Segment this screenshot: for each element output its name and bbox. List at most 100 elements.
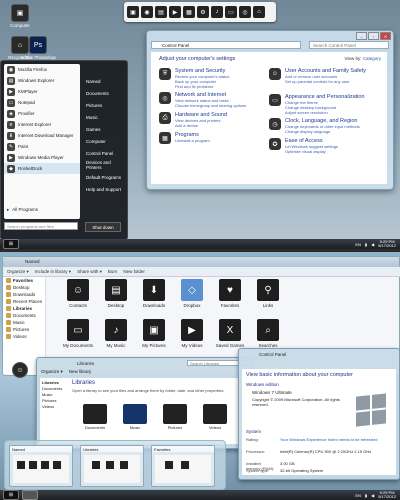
close-button[interactable]: ✕ [380, 32, 391, 40]
preview-libraries[interactable]: Libraries [80, 445, 144, 487]
start-place-music[interactable]: Music [83, 111, 125, 123]
nav-desktop[interactable]: Desktop [3, 284, 45, 291]
start-place-named[interactable]: Named [83, 75, 125, 87]
library-videos[interactable]: Videos [200, 404, 230, 430]
start-place-help[interactable]: Help and Support [83, 183, 125, 195]
file-item-my-pictures[interactable]: ▣ My Pictures [133, 319, 175, 348]
start-search-input[interactable]: Search programs and files [4, 222, 78, 230]
network-icon[interactable]: ▮ [365, 493, 367, 498]
category-programs[interactable]: ▦ Programs Uninstall a program [159, 132, 269, 144]
file-item-desktop[interactable]: ▤ Desktop [95, 279, 137, 308]
start-item-idm[interactable]: ⬇ Internet Download Manager [4, 130, 80, 141]
preview-named[interactable]: Named [9, 445, 73, 487]
nav-downloads[interactable]: Downloads [3, 291, 45, 298]
dock-music-icon[interactable]: ♪ [211, 6, 223, 18]
file-item-favorites[interactable]: ♥ Favorites [209, 279, 251, 308]
library-documents[interactable]: Documents [80, 404, 110, 430]
language-indicator[interactable]: EN [355, 493, 361, 498]
start-item-proxifier[interactable]: ◈ Proxifier [4, 108, 80, 119]
preview-favorites[interactable]: Favorites [151, 445, 215, 487]
dock-settings-icon[interactable]: ⚙ [197, 6, 209, 18]
volume-icon[interactable]: ◀ [371, 493, 374, 498]
start-button[interactable]: ⊞ [3, 490, 19, 500]
file-item-links[interactable]: ⚲ Links [247, 279, 289, 308]
category-clock-language[interactable]: ◷ Clock, Language, and Region Change key… [269, 118, 379, 134]
clock[interactable]: 9:29 PM 5/17/2012 [378, 239, 396, 249]
start-button[interactable]: ⊞ [3, 239, 19, 249]
start-place-documents[interactable]: Documents [83, 87, 125, 99]
clock[interactable]: 9:29 PM 5/17/2012 [378, 490, 396, 500]
burn-button[interactable]: Burn [108, 269, 118, 274]
nav-libraries[interactable]: Libraries [3, 305, 45, 312]
category-link[interactable]: Optimize visual display [285, 149, 338, 154]
share-with-button[interactable]: Share with ▾ [77, 269, 102, 275]
start-item-kmplayer[interactable]: ▶ KMPlayer [4, 86, 80, 97]
category-link[interactable]: Uninstall a program [175, 138, 210, 143]
category-user-accounts[interactable]: ☺ User Accounts and Family Safety Add or… [269, 68, 379, 84]
category-appearance[interactable]: ▭ Appearance and Personalization Change … [269, 94, 379, 115]
start-place-control-panel[interactable]: Control Panel [83, 147, 125, 159]
taskbar-explorer-button[interactable] [22, 490, 38, 500]
organize-button[interactable]: Organize ▾ [7, 269, 29, 275]
start-place-default-programs[interactable]: Default Programs [83, 171, 125, 183]
library-pictures[interactable]: Pictures [160, 404, 190, 430]
start-place-pictures[interactable]: Pictures [83, 99, 125, 111]
search-input[interactable]: Search Control Panel [309, 41, 389, 49]
nav-videos[interactable]: Videos [42, 404, 68, 410]
rating-link[interactable]: Your Windows Experience Index needs to b… [280, 437, 380, 442]
organize-button[interactable]: Organize ▾ [41, 369, 63, 375]
network-icon[interactable]: ▮ [365, 242, 367, 247]
maximize-button[interactable]: ▫ [368, 32, 379, 40]
view-by-dropdown[interactable]: Category [363, 56, 381, 61]
category-link[interactable]: Change display language [285, 129, 360, 134]
file-item-saved-games[interactable]: X Saved Games [209, 319, 251, 348]
category-link[interactable]: Find and fix problems [175, 84, 229, 89]
nav-pictures[interactable]: Pictures [3, 326, 45, 333]
category-system-security[interactable]: ⛨ System and Security Review your comput… [159, 68, 269, 89]
category-ease-of-access[interactable]: ✪ Ease of Access Let Windows suggest set… [269, 138, 379, 154]
category-link[interactable]: Add a device [175, 123, 227, 128]
file-item-my-music[interactable]: ♪ My Music [95, 319, 137, 348]
dock-media-icon[interactable]: ▶ [169, 6, 181, 18]
dock-image-icon[interactable]: ▦ [183, 6, 195, 18]
desktop-icon-computer[interactable]: ▣ Computer [2, 4, 38, 28]
dock-doc-icon[interactable]: ▭ [225, 6, 237, 18]
nav-documents[interactable]: Documents [3, 312, 45, 319]
start-item-wmp[interactable]: ▶ Windows Media Player [4, 152, 80, 163]
category-link[interactable]: Set up parental controls for any user [285, 79, 366, 84]
shutdown-button[interactable]: Shut down [85, 222, 121, 232]
category-network[interactable]: ◎ Network and Internet View network stat… [159, 92, 269, 108]
address-bar[interactable]: Control Panel [151, 41, 301, 49]
file-item-my-documents[interactable]: ▭ My Documents [57, 319, 99, 348]
category-hardware[interactable]: ⎙ Hardware and Sound View devices and pr… [159, 112, 269, 128]
category-link[interactable]: Choose homegroup and sharing options [175, 103, 246, 108]
start-place-games[interactable]: Games [83, 123, 125, 135]
nav-favorites[interactable]: Favorites [3, 277, 45, 284]
library-music[interactable]: Music [120, 404, 150, 430]
file-item-my-videos[interactable]: ▶ My Videos [171, 319, 213, 348]
dock-recycle-icon[interactable]: ⌂ [253, 6, 265, 18]
new-folder-button[interactable]: New folder [123, 269, 145, 274]
address-text[interactable]: Control Panel [259, 352, 286, 357]
nav-videos[interactable]: Videos [3, 333, 45, 340]
dock-globe-icon[interactable]: ◎ [239, 6, 251, 18]
minimize-button[interactable]: – [356, 32, 367, 40]
dock-computer-icon[interactable]: ▣ [127, 6, 139, 18]
start-item-ie[interactable]: e Internet Explorer [4, 119, 80, 130]
dock-firefox-icon[interactable]: ◉ [141, 6, 153, 18]
category-link[interactable]: Adjust screen resolution [285, 110, 365, 115]
all-programs-button[interactable]: ▸ All Programs [4, 204, 80, 215]
desktop-icon-user[interactable]: ☺ [2, 362, 38, 379]
volume-icon[interactable]: ◀ [371, 242, 374, 247]
start-item-explorer[interactable]: ▤ Windows Explorer [4, 75, 80, 86]
new-library-button[interactable]: New library [69, 369, 92, 375]
start-item-paint[interactable]: ✎ Paint [4, 141, 80, 152]
start-item-notepad[interactable]: ▭ Notepad [4, 97, 80, 108]
dock-folder-icon[interactable]: ▤ [155, 6, 167, 18]
file-item-searches[interactable]: ⌕ Searches [247, 319, 289, 348]
nav-music[interactable]: Music [3, 319, 45, 326]
start-item-rocketdock[interactable]: ◆ RocketDock [4, 163, 80, 174]
language-indicator[interactable]: EN [355, 242, 361, 247]
include-library-button[interactable]: Include in library ▾ [35, 269, 71, 275]
file-item-contacts[interactable]: ☺ Contacts [57, 279, 99, 308]
